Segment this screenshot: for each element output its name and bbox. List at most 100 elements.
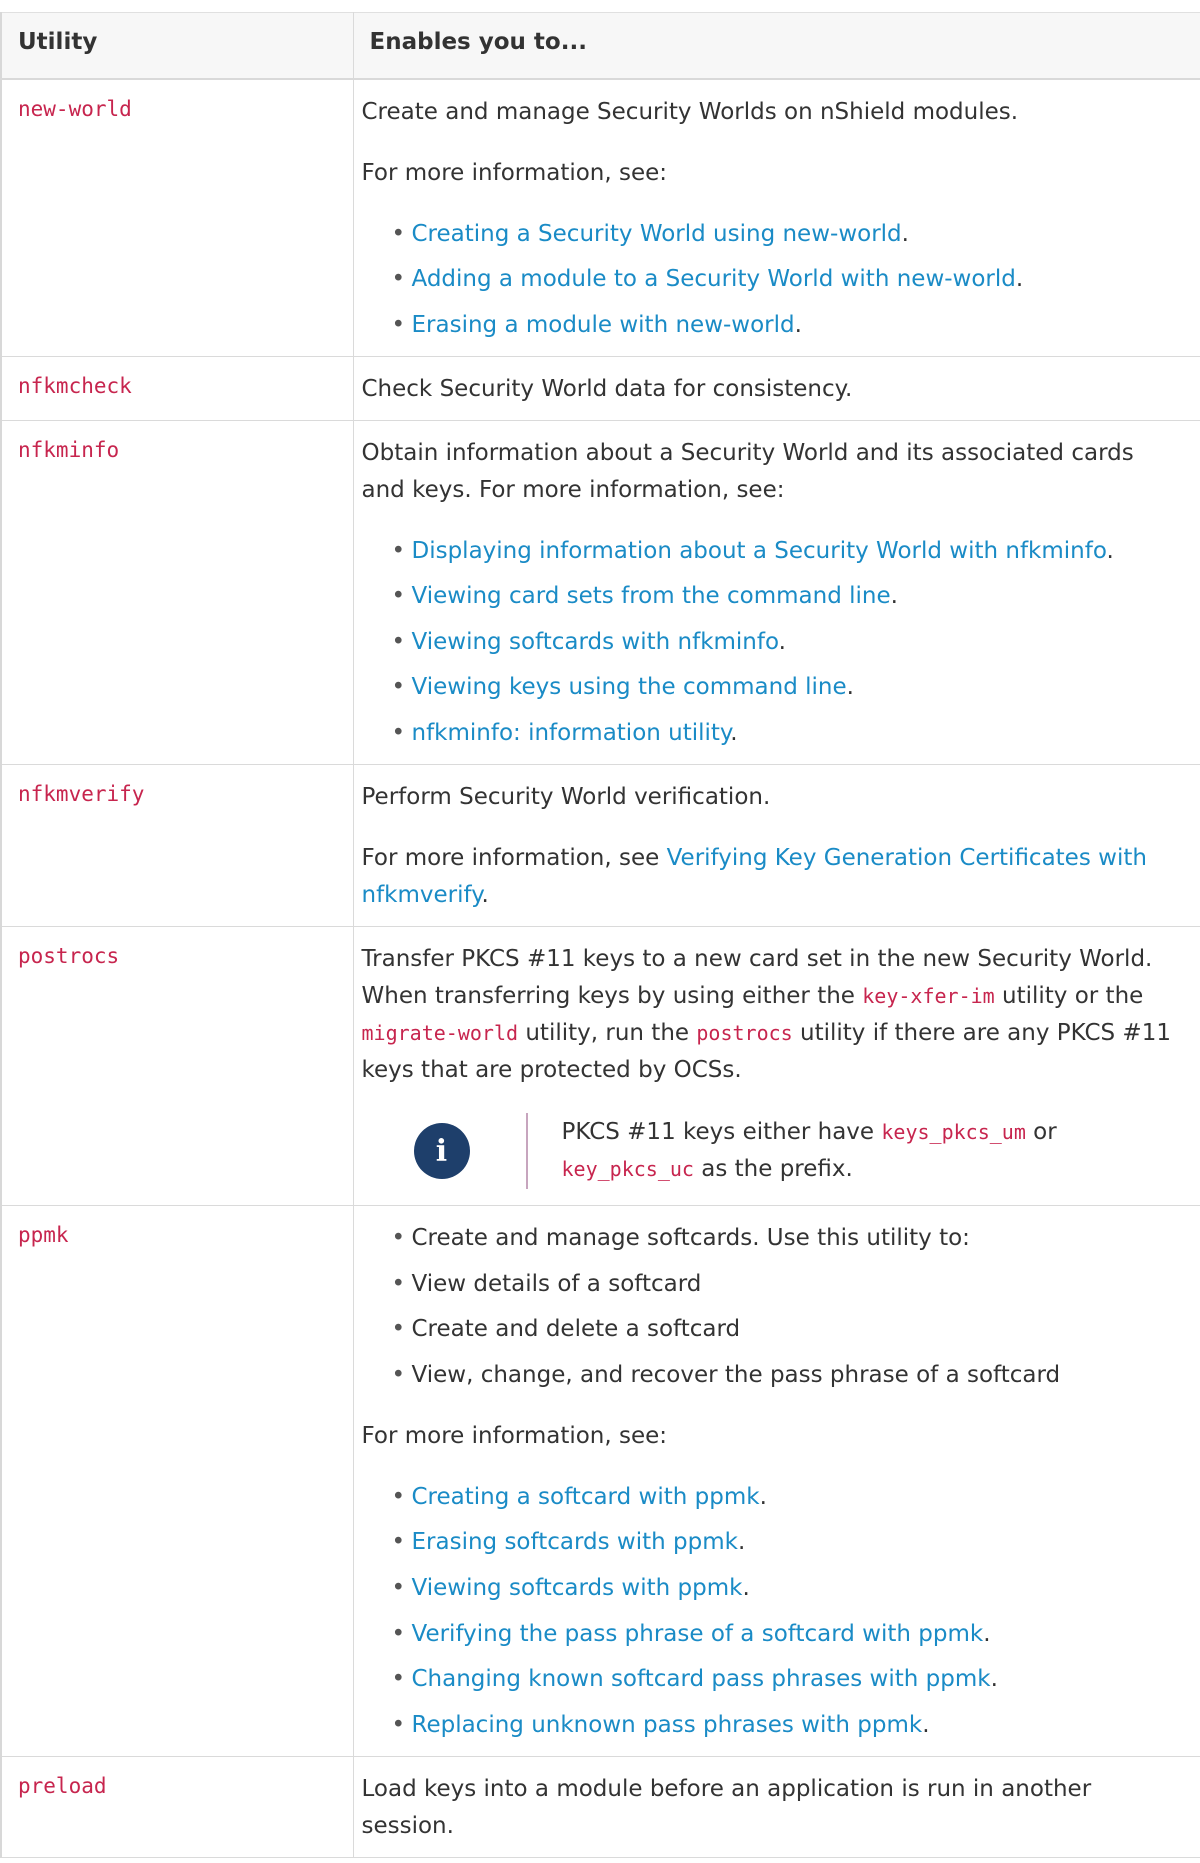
utility-description-cell: Transfer PKCS #11 keys to a new card set… xyxy=(353,926,1200,1207)
description-text: Check Security World data for consistenc… xyxy=(361,375,853,402)
link-replacing-pass-phrases[interactable]: Replacing unknown pass phrases with ppmk xyxy=(412,1712,923,1738)
list-item: • Adding a module to a Security World wit… xyxy=(392,261,1182,298)
link-viewing-keys[interactable]: Viewing keys using the command line xyxy=(412,674,847,700)
link-list: • Creating a softcard with ppmk. • Erasing… xyxy=(362,1479,1182,1744)
inline-code-migrate-world: migrate-world xyxy=(361,1021,519,1046)
more-info-text: For more information, see: xyxy=(361,159,668,186)
more-info-prefix: For more information, see xyxy=(361,845,667,872)
utility-description-cell: Obtain information about a Security Worl… xyxy=(353,420,1200,766)
list-item: • Changing known softcard pass phrases wi… xyxy=(392,1661,1182,1698)
note-part: PKCS #11 keys either have xyxy=(561,1119,882,1146)
column-header-utility: Utility xyxy=(1,12,354,80)
bullet-icon: • xyxy=(391,1225,406,1252)
more-info-text: For more information, see: xyxy=(361,1422,668,1449)
column-header-enables: Enables you to... xyxy=(353,12,1200,80)
table-row-postrocs: postrocs Transfer PKCS #11 keys to a new… xyxy=(1,926,1200,1207)
description-text: Load keys into a module before an applic… xyxy=(361,1775,1092,1839)
inline-code-key-xfer-im: key-xfer-im xyxy=(862,984,995,1009)
link-list: • Creating a Security World using new-wor… xyxy=(362,216,1182,344)
list-item: • Viewing softcards with ppmk. xyxy=(392,1570,1182,1607)
utility-name-cell: preload xyxy=(1,1756,354,1858)
list-item: • Create and delete a softcard xyxy=(392,1311,1182,1348)
link-displaying-info[interactable]: Displaying information about a Security … xyxy=(412,538,1107,564)
bullet-icon: • xyxy=(391,1620,406,1647)
link-verifying-pass-phrase[interactable]: Verifying the pass phrase of a softcard … xyxy=(412,1621,984,1647)
bullet-icon: • xyxy=(391,537,406,564)
link-changing-pass-phrases[interactable]: Changing known softcard pass phrases wit… xyxy=(412,1666,991,1692)
bullet-icon: • xyxy=(391,1316,406,1343)
feature-list: • Create and manage softcards. Use this u… xyxy=(362,1220,1182,1394)
utility-description-cell: Create and manage Security Worlds on nSh… xyxy=(353,78,1200,357)
utility-description-cell: Check Security World data for consistenc… xyxy=(353,356,1200,421)
list-item: • View, change, and recover the pass phra… xyxy=(392,1357,1182,1394)
bullet-icon: • xyxy=(391,674,406,701)
link-creating-security-world[interactable]: Creating a Security World using new-worl… xyxy=(412,221,902,247)
list-item: • Replacing unknown pass phrases with ppm… xyxy=(392,1707,1182,1744)
description-text: Transfer PKCS #11 keys to a new card set… xyxy=(362,941,1182,1089)
utility-description-cell: • Create and manage softcards. Use this u… xyxy=(353,1205,1200,1757)
utility-description-cell: Perform Security World verification. For… xyxy=(353,764,1200,928)
bullet-icon: • xyxy=(391,1270,406,1297)
utility-name-cell: nfkminfo xyxy=(1,420,354,766)
link-erasing-softcards[interactable]: Erasing softcards with ppmk xyxy=(412,1529,738,1555)
utility-name-cell: nfkmcheck xyxy=(1,356,354,421)
list-item: • Create and manage softcards. Use this u… xyxy=(392,1220,1182,1257)
table-row-nfkminfo: nfkminfo Obtain information about a Secu… xyxy=(1,420,1200,766)
list-item-text: Create and delete a softcard xyxy=(411,1316,741,1343)
link-viewing-softcards-ppmk[interactable]: Viewing softcards with ppmk xyxy=(412,1575,743,1601)
note-box: i PKCS #11 keys either have keys_pkcs_um… xyxy=(413,1113,1182,1190)
description-text: Perform Security World verification. xyxy=(361,784,771,811)
description-text: Create and manage Security Worlds on nSh… xyxy=(361,98,1019,125)
list-item: • Displaying information about a Security… xyxy=(392,533,1182,570)
note-text: PKCS #11 keys either have keys_pkcs_um o… xyxy=(562,1114,1182,1188)
utility-name-nfkminfo: nfkminfo xyxy=(18,437,120,462)
utility-name-cell: ppmk xyxy=(1,1205,354,1757)
description-text: Obtain information about a Security Worl… xyxy=(361,439,1134,503)
bullet-icon: • xyxy=(391,1711,406,1738)
table-row-preload: preload Load keys into a module before a… xyxy=(1,1756,1200,1858)
description-part: utility, run the xyxy=(518,1020,697,1047)
utility-name-cell: nfkmverify xyxy=(1,764,354,928)
link-list: • Displaying information about a Security… xyxy=(362,533,1182,752)
inline-code-keys-pkcs-um: keys_pkcs_um xyxy=(881,1120,1026,1145)
link-viewing-card-sets[interactable]: Viewing card sets from the command line xyxy=(412,583,891,609)
bullet-icon: • xyxy=(391,1666,406,1693)
utility-name-ppmk: ppmk xyxy=(18,1223,69,1248)
bullet-icon: • xyxy=(391,720,406,747)
utility-name-cell: new-world xyxy=(1,78,354,357)
link-adding-module[interactable]: Adding a module to a Security World with… xyxy=(412,266,1016,292)
list-item: • nfkminfo: information utility. xyxy=(392,715,1182,752)
list-item: • Viewing softcards with nfkminfo. xyxy=(392,624,1182,661)
note-part: as the prefix. xyxy=(693,1156,853,1183)
more-info-suffix: . xyxy=(481,882,489,909)
list-item: • Viewing keys using the command line. xyxy=(392,669,1182,706)
utilities-table: Utility Enables you to... new-world Crea… xyxy=(0,12,1200,1858)
link-creating-softcard[interactable]: Creating a softcard with ppmk xyxy=(412,1484,760,1510)
table-header-row: Utility Enables you to... xyxy=(1,12,1200,80)
bullet-icon: • xyxy=(391,628,406,655)
bullet-icon: • xyxy=(391,220,406,247)
list-item: • Viewing card sets from the command line… xyxy=(392,578,1182,615)
link-viewing-softcards[interactable]: Viewing softcards with nfkminfo xyxy=(412,629,779,655)
utility-name-postrocs: postrocs xyxy=(18,944,120,969)
bullet-icon: • xyxy=(391,1529,406,1556)
info-icon: i xyxy=(413,1123,470,1180)
link-erasing-module[interactable]: Erasing a module with new-world xyxy=(412,312,795,338)
bullet-icon: • xyxy=(391,1483,406,1510)
utility-name-cell: postrocs xyxy=(1,926,354,1207)
list-item-text: View, change, and recover the pass phras… xyxy=(411,1361,1061,1388)
list-item-text: View details of a softcard xyxy=(411,1270,702,1297)
inline-code-postrocs: postrocs xyxy=(696,1021,793,1046)
list-item: • Verifying the pass phrase of a softcard… xyxy=(392,1616,1182,1653)
utility-name-new-world: new-world xyxy=(18,96,132,121)
link-nfkminfo-utility[interactable]: nfkminfo: information utility xyxy=(412,720,731,746)
description-part: utility or the xyxy=(994,983,1144,1010)
inline-code-key-pkcs-uc: key_pkcs_uc xyxy=(561,1157,694,1182)
utility-name-nfkmcheck: nfkmcheck xyxy=(18,373,132,398)
bullet-icon: • xyxy=(391,1575,406,1602)
utility-description-cell: Load keys into a module before an applic… xyxy=(353,1756,1200,1858)
table-row-new-world: new-world Create and manage Security Wor… xyxy=(1,78,1200,357)
bullet-icon: • xyxy=(391,583,406,610)
list-item: • Creating a softcard with ppmk. xyxy=(392,1479,1182,1516)
bullet-icon: • xyxy=(391,1361,406,1388)
